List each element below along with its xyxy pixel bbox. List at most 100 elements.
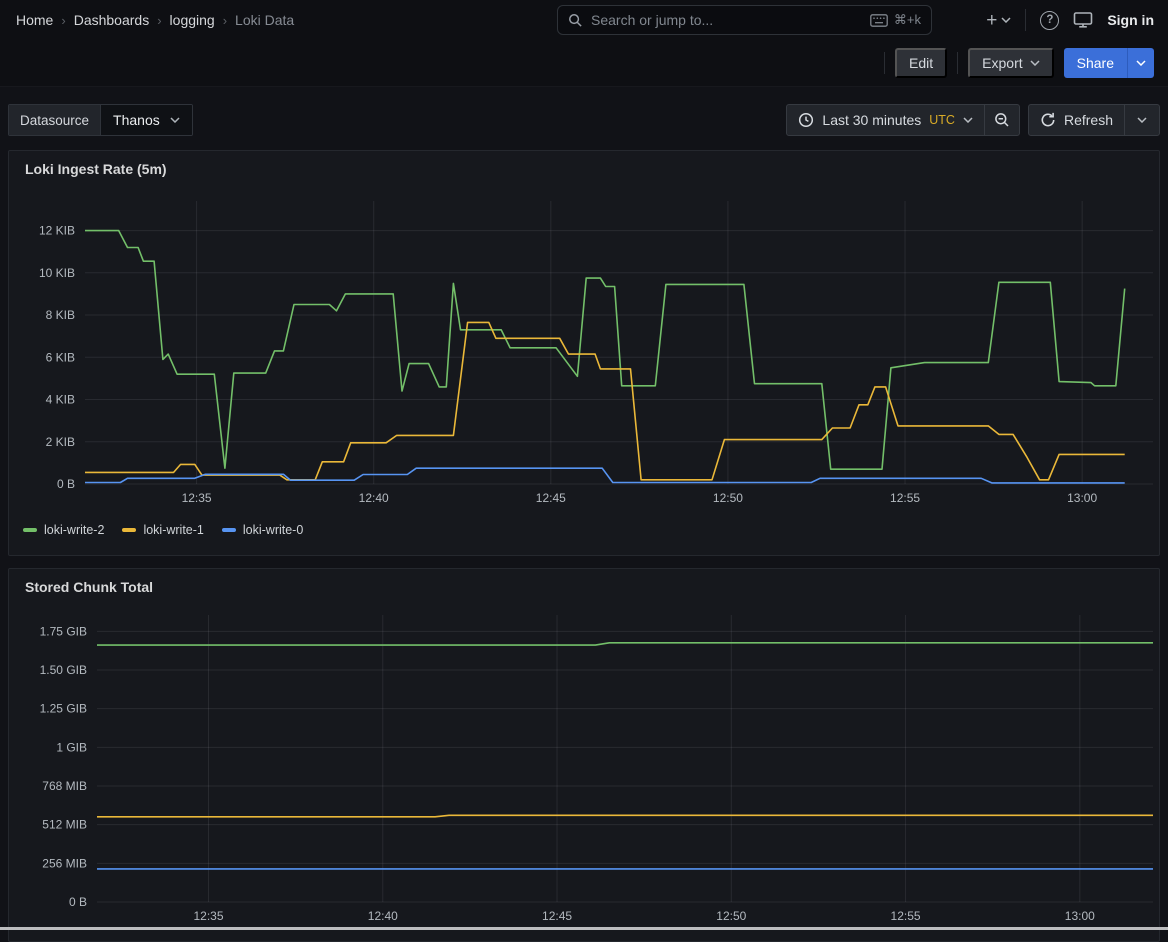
panel-title[interactable]: Loki Ingest Rate (5m): [9, 151, 1159, 181]
svg-text:0 B: 0 B: [69, 895, 87, 909]
time-range-label: Last 30 minutes: [822, 112, 921, 128]
chevron-down-icon: [170, 117, 180, 123]
toolbar-divider: [957, 52, 958, 74]
svg-text:512 MIB: 512 MIB: [42, 818, 87, 832]
refresh-label: Refresh: [1064, 112, 1113, 128]
svg-text:0 B: 0 B: [57, 477, 75, 491]
refresh-group: Refresh: [1028, 104, 1160, 136]
ingest-rate-chart[interactable]: 12:3512:4012:4512:5012:5513:000 B2 KIB4 …: [13, 181, 1157, 521]
edit-button-label: Edit: [909, 55, 933, 71]
dashboard-toolbar: Edit Export Share: [0, 40, 1168, 87]
breadcrumb-separator-icon: ›: [61, 13, 65, 28]
svg-text:12:40: 12:40: [359, 491, 389, 505]
chevron-down-icon: [1030, 60, 1040, 66]
sign-in-button[interactable]: Sign in: [1107, 12, 1154, 28]
legend-series-dash-icon: [122, 528, 136, 532]
keyboard-icon: [870, 14, 888, 27]
search-shortcut-keys: ⌘+k: [894, 12, 921, 28]
legend-series-label: loki-write-2: [44, 523, 104, 537]
series-loki-write-1: [85, 322, 1125, 479]
svg-text:12:55: 12:55: [890, 491, 920, 505]
search-shortcut: ⌘+k: [870, 12, 921, 28]
legend-series-label: loki-write-1: [143, 523, 203, 537]
legend-item-loki-write-1[interactable]: loki-write-1: [122, 523, 203, 537]
new-menu-button[interactable]: +: [986, 11, 1011, 30]
panel-loki-ingest-rate: Loki Ingest Rate (5m) 12:35 12:40 12:45 12:…: [8, 150, 1160, 556]
svg-text:13:00: 13:00: [1067, 491, 1097, 505]
top-navigation-bar: Home › Dashboards › logging › Loki Data …: [0, 0, 1168, 40]
svg-text:12:55: 12:55: [891, 909, 921, 923]
stored-chunk-chart[interactable]: 12:35 12:40 12:45 12:50 12:55 13:00 0 B 256 MIB…: [13, 599, 1157, 929]
svg-text:12:50: 12:50: [716, 909, 746, 923]
panel-stored-chunk-total: Stored Chunk Total 12:3512:4012:4512:501…: [8, 568, 1160, 942]
help-button[interactable]: ?: [1040, 11, 1059, 30]
breadcrumb-current-dashboard: Loki Data: [235, 12, 294, 28]
chart-legend: loki-write-2 loki-write-1 loki-write-0: [9, 521, 1159, 537]
chevron-down-icon: [963, 117, 973, 123]
breadcrumb: Home › Dashboards › logging › Loki Data: [16, 12, 294, 28]
svg-text:1 GIB: 1 GIB: [56, 740, 87, 754]
datasource-select[interactable]: Thanos: [100, 105, 192, 135]
edit-button[interactable]: Edit: [895, 48, 947, 78]
svg-text:10 KIB: 10 KIB: [39, 266, 75, 280]
zoom-out-time-button[interactable]: [984, 105, 1019, 135]
chevron-down-icon: [1136, 60, 1146, 66]
chevron-down-icon: [1137, 117, 1147, 123]
search-icon: [568, 13, 583, 28]
svg-text:12:45: 12:45: [542, 909, 572, 923]
dashboard-controls-row: Datasource Thanos Last 30 minutes UTC: [8, 103, 1160, 137]
svg-text:8 KIB: 8 KIB: [46, 308, 75, 322]
series-loki-write-1: [97, 815, 1153, 817]
news-monitor-button[interactable]: [1073, 11, 1093, 29]
legend-item-loki-write-0[interactable]: loki-write-0: [222, 523, 303, 537]
time-range-picker[interactable]: Last 30 minutes UTC: [787, 105, 984, 135]
svg-text:13:00: 13:00: [1065, 909, 1095, 923]
svg-text:1.25 GIB: 1.25 GIB: [40, 702, 87, 716]
export-button[interactable]: Export: [968, 48, 1053, 78]
timezone-label: UTC: [929, 113, 955, 127]
nav-divider: [1025, 9, 1026, 31]
svg-text:6 KIB: 6 KIB: [46, 350, 75, 364]
question-mark-icon: ?: [1046, 14, 1053, 26]
time-controls: Last 30 minutes UTC Refresh: [786, 104, 1160, 136]
svg-text:12:50: 12:50: [713, 491, 743, 505]
svg-text:12:40: 12:40: [368, 909, 398, 923]
svg-text:12 KIB: 12 KIB: [39, 224, 75, 238]
legend-series-label: loki-write-0: [243, 523, 303, 537]
breadcrumb-folder-logging[interactable]: logging: [170, 12, 215, 28]
series-loki-write-2: [85, 231, 1125, 470]
refresh-icon: [1040, 112, 1056, 128]
search-bar[interactable]: ⌘+k: [557, 5, 932, 35]
share-button-label: Share: [1077, 55, 1114, 71]
time-picker-group: Last 30 minutes UTC: [786, 104, 1020, 136]
breadcrumb-home[interactable]: Home: [16, 12, 53, 28]
breadcrumb-separator-icon: ›: [223, 13, 227, 28]
legend-series-dash-icon: [23, 528, 37, 532]
zoom-out-icon: [994, 112, 1010, 128]
datasource-value: Thanos: [113, 112, 160, 128]
datasource-label: Datasource: [9, 105, 100, 135]
search-input[interactable]: [591, 12, 862, 28]
svg-text:12:35: 12:35: [182, 491, 212, 505]
svg-text:1.75 GIB: 1.75 GIB: [40, 624, 87, 638]
refresh-button[interactable]: Refresh: [1029, 105, 1124, 135]
chevron-down-icon: [1001, 17, 1011, 23]
clock-icon: [798, 112, 814, 128]
svg-text:256 MIB: 256 MIB: [42, 856, 87, 870]
share-split-button: Share: [1064, 48, 1154, 78]
share-button[interactable]: Share: [1064, 48, 1127, 78]
export-button-label: Export: [982, 55, 1022, 71]
panel-title[interactable]: Stored Chunk Total: [9, 569, 1159, 599]
share-dropdown-button[interactable]: [1127, 48, 1154, 78]
legend-item-loki-write-2[interactable]: loki-write-2: [23, 523, 104, 537]
nav-actions: + ? Sign in: [986, 0, 1154, 40]
svg-text:12:35: 12:35: [194, 909, 224, 923]
svg-text:768 MIB: 768 MIB: [42, 779, 87, 793]
refresh-interval-dropdown[interactable]: [1124, 105, 1159, 135]
svg-text:12:45: 12:45: [536, 491, 566, 505]
breadcrumb-separator-icon: ›: [157, 13, 161, 28]
plus-icon: +: [986, 11, 997, 30]
svg-text:4 KIB: 4 KIB: [46, 393, 75, 407]
svg-text:1.50 GIB: 1.50 GIB: [40, 663, 87, 677]
breadcrumb-dashboards[interactable]: Dashboards: [74, 12, 150, 28]
